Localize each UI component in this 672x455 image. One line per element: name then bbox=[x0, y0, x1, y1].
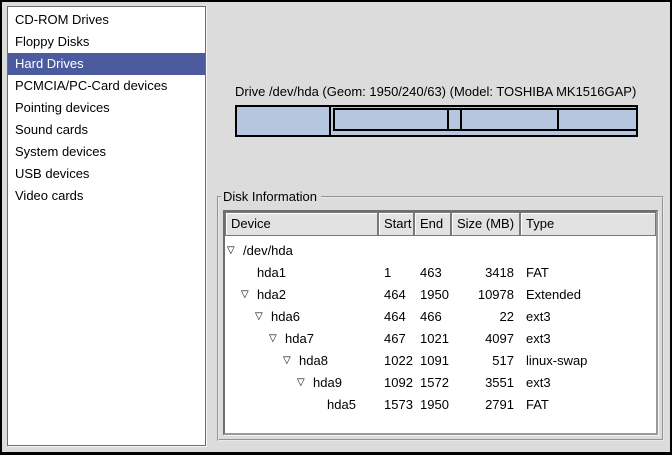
size-cell: 10978 bbox=[451, 284, 520, 306]
column-header-end[interactable]: End bbox=[414, 212, 451, 236]
device-label: hda9 bbox=[313, 372, 342, 394]
table-row-hda6[interactable]: ▽hda646446622ext3 bbox=[225, 306, 656, 328]
hardware-browser-window: { "colors": { "window-bg": "#dcdcdc", "s… bbox=[0, 0, 672, 455]
table-row-hda9[interactable]: ▽hda9109215723551ext3 bbox=[225, 372, 656, 394]
device-cell: ▽hda7 bbox=[225, 328, 378, 350]
sidebar-item-video-cards[interactable]: Video cards bbox=[8, 185, 205, 207]
start-cell: 1 bbox=[378, 262, 414, 284]
partition-segment-hda1 bbox=[237, 107, 331, 135]
expander-icon[interactable]: ▽ bbox=[269, 328, 285, 350]
partition-segment-hda9 bbox=[462, 110, 559, 129]
device-cell: ▽hda2 bbox=[225, 284, 378, 306]
column-header-type[interactable]: Type bbox=[520, 212, 656, 236]
start-cell bbox=[378, 240, 414, 262]
device-label: hda7 bbox=[285, 328, 314, 350]
size-cell bbox=[451, 240, 520, 262]
size-cell: 4097 bbox=[451, 328, 520, 350]
column-header-size-mb[interactable]: Size (MB) bbox=[451, 212, 520, 236]
sidebar-item-pointing-devices[interactable]: Pointing devices bbox=[8, 97, 205, 119]
size-cell: 3418 bbox=[451, 262, 520, 284]
sidebar-item-floppy-disks[interactable]: Floppy Disks bbox=[8, 31, 205, 53]
start-cell: 1573 bbox=[378, 394, 414, 416]
device-label: hda1 bbox=[257, 262, 286, 284]
table-body: ▽/dev/hdahda114633418FAT▽hda246419501097… bbox=[225, 236, 656, 433]
device-category-list: CD-ROM DrivesFloppy DisksHard DrivesPCMC… bbox=[7, 6, 206, 446]
disk-information-frame: Disk Information DeviceStartEndSize (MB)… bbox=[217, 196, 664, 441]
type-cell: FAT bbox=[520, 394, 656, 416]
end-cell: 463 bbox=[414, 262, 451, 284]
end-cell: 1950 bbox=[414, 284, 451, 306]
table-row-hda8[interactable]: ▽hda810221091517linux-swap bbox=[225, 350, 656, 372]
sidebar-item-cd-rom-drives[interactable]: CD-ROM Drives bbox=[8, 9, 205, 31]
sidebar-item-sound-cards[interactable]: Sound cards bbox=[8, 119, 205, 141]
size-cell: 22 bbox=[451, 306, 520, 328]
partition-extended-container bbox=[333, 108, 636, 131]
expander-spacer bbox=[241, 262, 257, 284]
expander-icon[interactable]: ▽ bbox=[241, 284, 257, 306]
sidebar-item-system-devices[interactable]: System devices bbox=[8, 141, 205, 163]
end-cell: 1950 bbox=[414, 394, 451, 416]
table-row-hda7[interactable]: ▽hda746710214097ext3 bbox=[225, 328, 656, 350]
device-label: hda5 bbox=[327, 394, 356, 416]
start-cell: 1092 bbox=[378, 372, 414, 394]
type-cell: ext3 bbox=[520, 306, 656, 328]
size-cell: 3551 bbox=[451, 372, 520, 394]
expander-icon[interactable]: ▽ bbox=[297, 372, 313, 394]
partition-segment-hda5 bbox=[559, 110, 636, 129]
device-cell: hda1 bbox=[225, 262, 378, 284]
device-cell: ▽hda9 bbox=[225, 372, 378, 394]
start-cell: 464 bbox=[378, 306, 414, 328]
expander-icon[interactable]: ▽ bbox=[283, 350, 299, 372]
column-header-device[interactable]: Device bbox=[225, 212, 378, 236]
type-cell bbox=[520, 240, 656, 262]
end-cell: 466 bbox=[414, 306, 451, 328]
type-cell: Extended bbox=[520, 284, 656, 306]
expander-icon[interactable]: ▽ bbox=[227, 240, 243, 262]
column-header-start[interactable]: Start bbox=[378, 212, 414, 236]
disk-information-table: DeviceStartEndSize (MB)Type ▽/dev/hdahda… bbox=[223, 210, 658, 435]
partition-segment-hda7 bbox=[335, 110, 449, 129]
end-cell: 1091 bbox=[414, 350, 451, 372]
disk-information-title: Disk Information bbox=[221, 189, 321, 205]
sidebar-item-hard-drives[interactable]: Hard Drives bbox=[8, 53, 205, 75]
type-cell: FAT bbox=[520, 262, 656, 284]
expander-icon[interactable]: ▽ bbox=[255, 306, 271, 328]
device-cell: hda5 bbox=[225, 394, 378, 416]
device-cell: ▽hda8 bbox=[225, 350, 378, 372]
device-label: hda8 bbox=[299, 350, 328, 372]
drive-info-label: Drive /dev/hda (Geom: 1950/240/63) (Mode… bbox=[235, 84, 636, 99]
end-cell bbox=[414, 240, 451, 262]
table-row-hda2[interactable]: ▽hda2464195010978Extended bbox=[225, 284, 656, 306]
expander-spacer bbox=[311, 394, 327, 416]
partition-segment-hda8 bbox=[449, 110, 462, 129]
end-cell: 1021 bbox=[414, 328, 451, 350]
end-cell: 1572 bbox=[414, 372, 451, 394]
start-cell: 467 bbox=[378, 328, 414, 350]
type-cell: linux-swap bbox=[520, 350, 656, 372]
size-cell: 517 bbox=[451, 350, 520, 372]
device-cell: ▽hda6 bbox=[225, 306, 378, 328]
device-label: /dev/hda bbox=[243, 240, 293, 262]
size-cell: 2791 bbox=[451, 394, 520, 416]
sidebar-item-usb-devices[interactable]: USB devices bbox=[8, 163, 205, 185]
device-cell: ▽/dev/hda bbox=[225, 240, 378, 262]
table-row-hda1[interactable]: hda1 14633418FAT bbox=[225, 262, 656, 284]
device-label: hda2 bbox=[257, 284, 286, 306]
sidebar-item-pcmcia-pc-card-devices[interactable]: PCMCIA/PC-Card devices bbox=[8, 75, 205, 97]
start-cell: 1022 bbox=[378, 350, 414, 372]
start-cell: 464 bbox=[378, 284, 414, 306]
disk-partition-bar bbox=[235, 105, 638, 137]
table-row-hda5[interactable]: hda5 157319502791FAT bbox=[225, 394, 656, 416]
table-row-dev-hda[interactable]: ▽/dev/hda bbox=[225, 240, 656, 262]
type-cell: ext3 bbox=[520, 372, 656, 394]
type-cell: ext3 bbox=[520, 328, 656, 350]
device-label: hda6 bbox=[271, 306, 300, 328]
table-header-row: DeviceStartEndSize (MB)Type bbox=[225, 212, 656, 236]
